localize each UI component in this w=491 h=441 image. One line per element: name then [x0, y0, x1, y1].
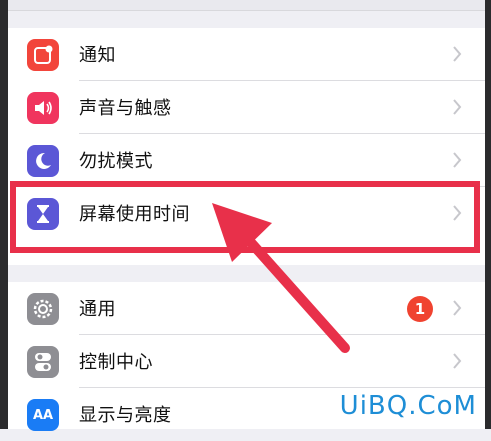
toggles-icon: [27, 346, 59, 378]
settings-row-label: 显示与亮度: [79, 405, 172, 426]
notifications-icon: [27, 39, 59, 71]
sound-icon: [27, 92, 59, 124]
settings-row-label: 通知: [79, 45, 116, 66]
chevron-right-icon: [453, 300, 462, 316]
settings-screen: 通知 声音与触感 勿扰模式 屏幕使用时间 通用 1 控制中心 AA 显示与亮度 …: [0, 0, 491, 431]
settings-row-label: 声音与触感: [79, 98, 172, 119]
notification-badge: 1: [407, 296, 433, 322]
chevron-right-icon: [453, 99, 462, 115]
gear-icon: [27, 293, 59, 325]
watermark: UiBQ.CoM: [339, 391, 477, 421]
settings-row-sounds[interactable]: 声音与触感: [8, 81, 485, 134]
settings-row-label: 勿扰模式: [79, 151, 153, 172]
top-bar: [8, 0, 485, 11]
chevron-right-icon: [453, 46, 462, 62]
text-size-icon: AA: [27, 399, 59, 431]
highlight-box: [10, 181, 480, 253]
chevron-right-icon: [453, 152, 462, 168]
settings-row-label: 控制中心: [79, 352, 153, 373]
moon-icon: [27, 145, 59, 177]
settings-row-general[interactable]: 通用 1: [8, 282, 485, 335]
settings-row-label: 通用: [79, 299, 116, 320]
settings-row-notifications[interactable]: 通知: [8, 28, 485, 81]
device-bezel-left: [0, 0, 8, 429]
chevron-right-icon: [453, 353, 462, 369]
device-bezel-right: [485, 0, 491, 429]
settings-row-control-center[interactable]: 控制中心: [8, 335, 485, 388]
settings-row-do-not-disturb[interactable]: 勿扰模式: [8, 134, 485, 187]
